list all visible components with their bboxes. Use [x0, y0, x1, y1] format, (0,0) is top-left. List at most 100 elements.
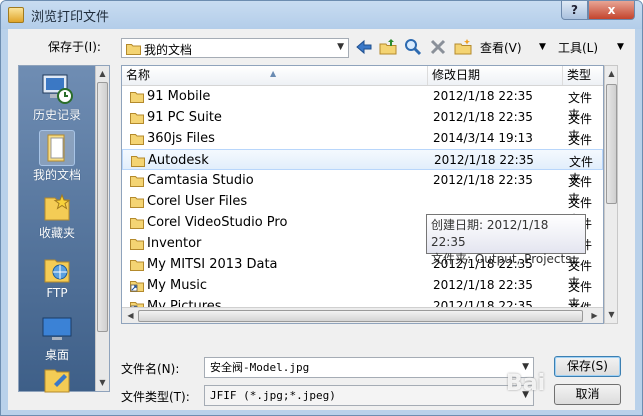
up-folder-icon[interactable] [379, 38, 397, 56]
places-scrollbar[interactable]: ▲ ▼ [95, 66, 109, 391]
tooltip-contents: 文件夹: Output, Projects [431, 252, 572, 266]
title-bar[interactable]: 浏览打印文件 ? x [1, 1, 642, 29]
tooltip-created: 创建日期: 2012/1/18 22:35 [431, 218, 549, 249]
list-item[interactable]: Camtasia Studio 2012/1/18 22:35 文件夹 [122, 170, 603, 206]
chevron-down-icon[interactable]: ▼ [539, 42, 546, 52]
scroll-up-icon[interactable]: ▲ [96, 67, 109, 81]
save-in-value: 我的文档 [144, 43, 193, 57]
scroll-left-icon[interactable]: ◀ [124, 309, 137, 323]
filetype-value: JFIF (*.jpg;*.jpeg) [210, 389, 336, 402]
item-date: 2014/3/14 19:13 [433, 131, 533, 145]
app-icon [8, 7, 24, 23]
scroll-up-icon[interactable]: ▲ [605, 67, 618, 81]
dialog-body: 保存于(I): 我的文档 ▼ 查看(V) ▼ 工具(L) ▼ 历史记录 我的文档… [8, 29, 635, 410]
item-name: 91 PC Suite [147, 110, 222, 125]
close-button[interactable]: x [588, 1, 635, 20]
item-name: 91 Mobile [147, 89, 211, 104]
place-more[interactable] [19, 362, 95, 396]
tools-menu[interactable]: 工具(L) [558, 39, 598, 56]
folder-tooltip: 创建日期: 2012/1/18 22:35 文件夹: Output, Proje… [426, 214, 586, 266]
my-documents-icon [39, 130, 75, 166]
cancel-button[interactable]: 取消 [554, 384, 621, 405]
folder-icon [40, 362, 74, 396]
place-label: 我的文档 [32, 168, 81, 182]
scrollbar-thumb[interactable] [138, 310, 583, 322]
desktop-icon [40, 312, 74, 346]
place-label: FTP [46, 286, 68, 300]
scroll-down-icon[interactable]: ▼ [96, 376, 109, 390]
scroll-right-icon[interactable]: ▶ [588, 309, 601, 323]
folder-icon [130, 90, 144, 106]
place-ftp[interactable]: FTP [19, 252, 95, 300]
item-name: Corel VideoStudio Pro [147, 215, 288, 230]
scrollbar-thumb[interactable] [606, 84, 617, 204]
save-in-dropdown[interactable]: 我的文档 ▼ [121, 38, 349, 58]
folder-icon [130, 174, 144, 190]
item-date: 2012/1/18 22:35 [434, 153, 534, 167]
item-date: 2012/1/18 22:35 [433, 89, 533, 103]
scrollbar-thumb[interactable] [97, 82, 108, 332]
delete-icon[interactable] [429, 38, 447, 56]
item-name: Camtasia Studio [147, 173, 254, 188]
window-title: 浏览打印文件 [31, 10, 110, 25]
print-file-dialog: 浏览打印文件 ? x 保存于(I): 我的文档 ▼ 查看(V) ▼ 工具(L) … [0, 0, 643, 416]
save-in-label: 保存于(I): [48, 40, 101, 54]
place-label: 桌面 [44, 348, 69, 362]
item-name: My Music [147, 278, 208, 293]
column-header-date[interactable]: 修改日期 [428, 66, 563, 85]
folder-icon [130, 132, 144, 148]
sort-ascending-icon: ▲ [270, 69, 277, 78]
horizontal-scrollbar[interactable]: ◀ ▶ [122, 307, 603, 323]
item-name: Inventor [147, 236, 202, 251]
save-button[interactable]: 保存(S) [554, 356, 621, 377]
column-header-type[interactable]: 类型 [563, 66, 603, 85]
list-item[interactable]: 91 PC Suite 2012/1/18 22:35 文件夹 [122, 107, 603, 143]
folder-icon [126, 42, 141, 58]
chevron-down-icon: ▼ [337, 42, 344, 52]
place-label: 历史记录 [32, 108, 81, 122]
item-date: 2012/1/18 22:35 [433, 278, 533, 292]
views-menu[interactable]: 查看(V) [480, 39, 522, 56]
item-name: Corel User Files [147, 194, 248, 209]
place-desktop[interactable]: 桌面 [19, 312, 95, 363]
list-item[interactable]: Autodesk 2012/1/18 22:35 文件夹 [122, 149, 603, 186]
folder-icon [131, 154, 145, 170]
place-my-documents[interactable]: 我的文档 [19, 130, 95, 183]
column-header-name[interactable]: 名称 ▲ [122, 66, 428, 85]
scroll-down-icon[interactable]: ▼ [605, 308, 618, 322]
list-vertical-scrollbar[interactable]: ▲ ▼ [604, 65, 618, 324]
filename-input[interactable]: 安全阀-Model.jpg ▼ [204, 357, 534, 378]
filetype-select[interactable]: JFIF (*.jpg;*.jpeg) ▼ [204, 385, 534, 406]
item-date: 2012/1/18 22:35 [433, 173, 533, 187]
filetype-label: 文件类型(T): [121, 390, 190, 404]
folder-icon [130, 258, 144, 274]
ftp-icon [40, 252, 74, 286]
folder-icon [130, 195, 144, 211]
place-label: 收藏夹 [38, 226, 75, 240]
history-icon [40, 72, 74, 106]
favorites-icon [40, 190, 74, 224]
places-bar: 历史记录 我的文档 收藏夹 FTP 桌面 ▲ ▼ [18, 65, 110, 393]
filename-value: 安全阀-Model.jpg [210, 361, 310, 374]
new-folder-icon[interactable] [454, 38, 472, 56]
filename-label: 文件名(N): [121, 362, 180, 376]
list-item[interactable]: 360js Files2014/3/14 19:13文件夹 [122, 128, 603, 164]
place-history[interactable]: 历史记录 [19, 72, 95, 123]
folder-icon [130, 216, 144, 232]
item-name: Autodesk [148, 153, 209, 168]
file-list: 名称 ▲ 修改日期 类型 91 Mobile 2012/1/18 22:35 文件夹… [121, 65, 604, 324]
list-header: 名称 ▲ 修改日期 类型 [122, 66, 603, 86]
folder-icon [130, 237, 144, 253]
folder-icon [130, 111, 144, 127]
back-icon[interactable] [355, 38, 373, 56]
list-item[interactable]: Corel User Files文件夹 [122, 191, 603, 227]
list-item[interactable]: My Music 2012/1/18 22:35 文件夹 [122, 275, 603, 311]
search-icon[interactable] [404, 38, 422, 56]
item-date: 2012/1/18 22:35 [433, 110, 533, 124]
help-button[interactable]: ? [561, 1, 588, 20]
list-item[interactable]: 91 Mobile 2012/1/18 22:35 文件夹 [122, 86, 603, 122]
chevron-down-icon[interactable]: ▼ [617, 42, 624, 52]
shortcut-folder-icon [130, 279, 144, 295]
watermark: Bai [506, 371, 546, 396]
place-favorites[interactable]: 收藏夹 [19, 190, 95, 241]
